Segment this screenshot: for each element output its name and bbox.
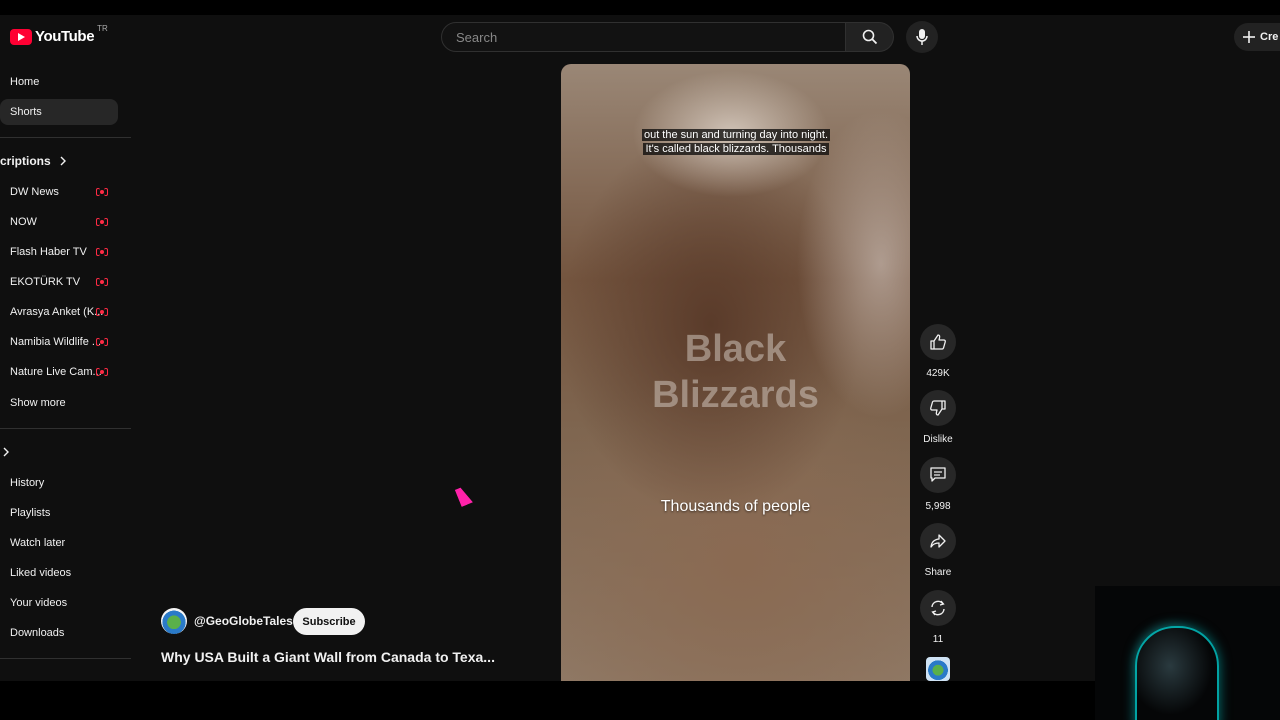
sidebar-item-ekoturk[interactable]: EKOTÜRK TV: [0, 269, 118, 295]
channel-avatar[interactable]: [161, 608, 187, 634]
dislike-button[interactable]: [920, 390, 956, 426]
sidebar-item-liked-videos[interactable]: Liked videos: [0, 560, 118, 586]
chevron-right-icon: [60, 156, 66, 166]
sidebar-item-label: Avrasya Anket (K...: [10, 306, 104, 318]
thumbs-up-icon: [930, 334, 946, 350]
create-button[interactable]: Cre: [1234, 23, 1280, 51]
webcam-overlay: [1095, 586, 1280, 720]
comment-icon: [930, 467, 946, 482]
voice-search-button[interactable]: [906, 21, 938, 53]
sidebar-item-label: EKOTÜRK TV: [10, 276, 81, 288]
sidebar-item-label: Watch later: [10, 537, 66, 549]
channel-thumbnail[interactable]: [926, 657, 950, 681]
sidebar-item-shorts[interactable]: Shorts: [0, 99, 118, 125]
comments-action[interactable]: 5,998: [918, 457, 958, 512]
dislike-label: Dislike: [923, 434, 953, 445]
youtube-logo[interactable]: YouTube TR: [10, 24, 108, 45]
mouse-cursor-icon: [455, 485, 473, 507]
video-title-overlay: Black Blizzards: [561, 326, 910, 418]
sidebar-item-label: History: [10, 477, 45, 489]
region-code: TR: [97, 24, 108, 33]
sidebar-item-label: Playlists: [10, 507, 51, 519]
search-icon: [862, 29, 877, 45]
sidebar-item-history[interactable]: History: [0, 470, 118, 496]
sidebar-item-avrasya[interactable]: Avrasya Anket (K...: [0, 299, 118, 325]
like-count: 429K: [926, 368, 950, 379]
window-top-strip: [0, 0, 1280, 15]
sidebar-item-flash-haber[interactable]: Flash Haber TV: [0, 239, 118, 265]
sidebar-item-label: Your videos: [10, 597, 68, 609]
sidebar-divider: [0, 137, 131, 138]
live-icon: [96, 188, 108, 196]
caption-line: out the sun and turning day into night.: [641, 129, 831, 141]
remix-count: 11: [932, 634, 944, 645]
sidebar-item-your-videos[interactable]: Your videos: [0, 590, 118, 616]
subscriptions-title: criptions: [0, 154, 51, 168]
search-input[interactable]: [454, 28, 838, 46]
create-label: Cre: [1260, 31, 1279, 43]
channel-name[interactable]: @GeoGlobeTales: [194, 614, 293, 628]
live-icon: [96, 278, 108, 286]
sidebar-item-home[interactable]: Home: [0, 69, 118, 95]
like-button[interactable]: [920, 324, 956, 360]
chevron-right-icon: [3, 447, 9, 457]
live-icon: [96, 218, 108, 226]
sidebar-item-label: Flash Haber TV: [10, 246, 87, 258]
search-button[interactable]: [846, 22, 894, 52]
sidebar-item-label: Namibia Wildlife ...: [10, 336, 102, 348]
share-label: Share: [924, 567, 952, 578]
caption-line: It's called black blizzards. Thousands: [643, 143, 829, 155]
sidebar-item-label: Downloads: [10, 627, 65, 639]
search-box[interactable]: [441, 22, 846, 52]
comments-button[interactable]: [920, 457, 956, 493]
logo-text: YouTube: [35, 28, 95, 45]
page: YouTube TR Cre Home Shorts criptions DW …: [0, 0, 1280, 720]
thumbs-down-icon: [930, 400, 946, 416]
bottom-black-band: [0, 681, 1280, 720]
sidebar-item-dw-news[interactable]: DW News: [0, 179, 118, 205]
sidebar-item-label: Home: [10, 76, 40, 88]
youtube-play-icon: [10, 28, 32, 45]
microphone-icon: [916, 29, 928, 45]
remix-action[interactable]: 11: [918, 590, 958, 645]
sidebar-item-now[interactable]: NOW: [0, 209, 118, 235]
subscribe-button[interactable]: Subscribe: [293, 608, 365, 635]
sidebar-item-label: Liked videos: [10, 567, 72, 579]
share-button[interactable]: [920, 523, 956, 559]
share-action[interactable]: Share: [918, 523, 958, 578]
sidebar-item-label: Nature Live Cam...: [10, 366, 102, 378]
you-section-header[interactable]: [2, 447, 10, 457]
remix-button[interactable]: [920, 590, 956, 626]
like-action[interactable]: 429K: [918, 324, 958, 379]
sidebar-item-label: DW News: [10, 186, 59, 198]
closed-caption: out the sun and turning day into night. …: [637, 128, 835, 156]
sidebar-item-downloads[interactable]: Downloads: [0, 620, 118, 646]
video-title[interactable]: Why USA Built a Giant Wall from Canada t…: [161, 649, 495, 665]
sidebar-item-label: NOW: [10, 216, 37, 228]
overlay-title-line: Black: [684, 328, 787, 370]
sidebar-item-namibia[interactable]: Namibia Wildlife ...: [0, 329, 118, 355]
dislike-action[interactable]: Dislike: [918, 390, 958, 445]
live-icon: [96, 368, 108, 376]
remix-icon: [931, 600, 945, 616]
live-icon: [96, 248, 108, 256]
sidebar-divider: [0, 428, 131, 429]
show-more-button[interactable]: Show more: [0, 390, 118, 416]
sidebar-item-watch-later[interactable]: Watch later: [0, 530, 118, 556]
show-more-label: Show more: [10, 397, 66, 409]
sidebar-item-playlists[interactable]: Playlists: [0, 500, 118, 526]
live-icon: [96, 308, 108, 316]
sidebar-divider: [0, 658, 131, 659]
sidebar-item-nature-live[interactable]: Nature Live Cam...: [0, 359, 118, 385]
overlay-title-line: Blizzards: [652, 374, 819, 416]
video-subtitle: Thousands of people: [660, 498, 811, 515]
plus-icon: [1243, 31, 1255, 43]
live-icon: [96, 338, 108, 346]
comment-count: 5,998: [925, 501, 951, 512]
share-icon: [930, 534, 946, 548]
subscriptions-header[interactable]: criptions: [0, 154, 67, 168]
sidebar-item-label: Shorts: [10, 106, 42, 118]
